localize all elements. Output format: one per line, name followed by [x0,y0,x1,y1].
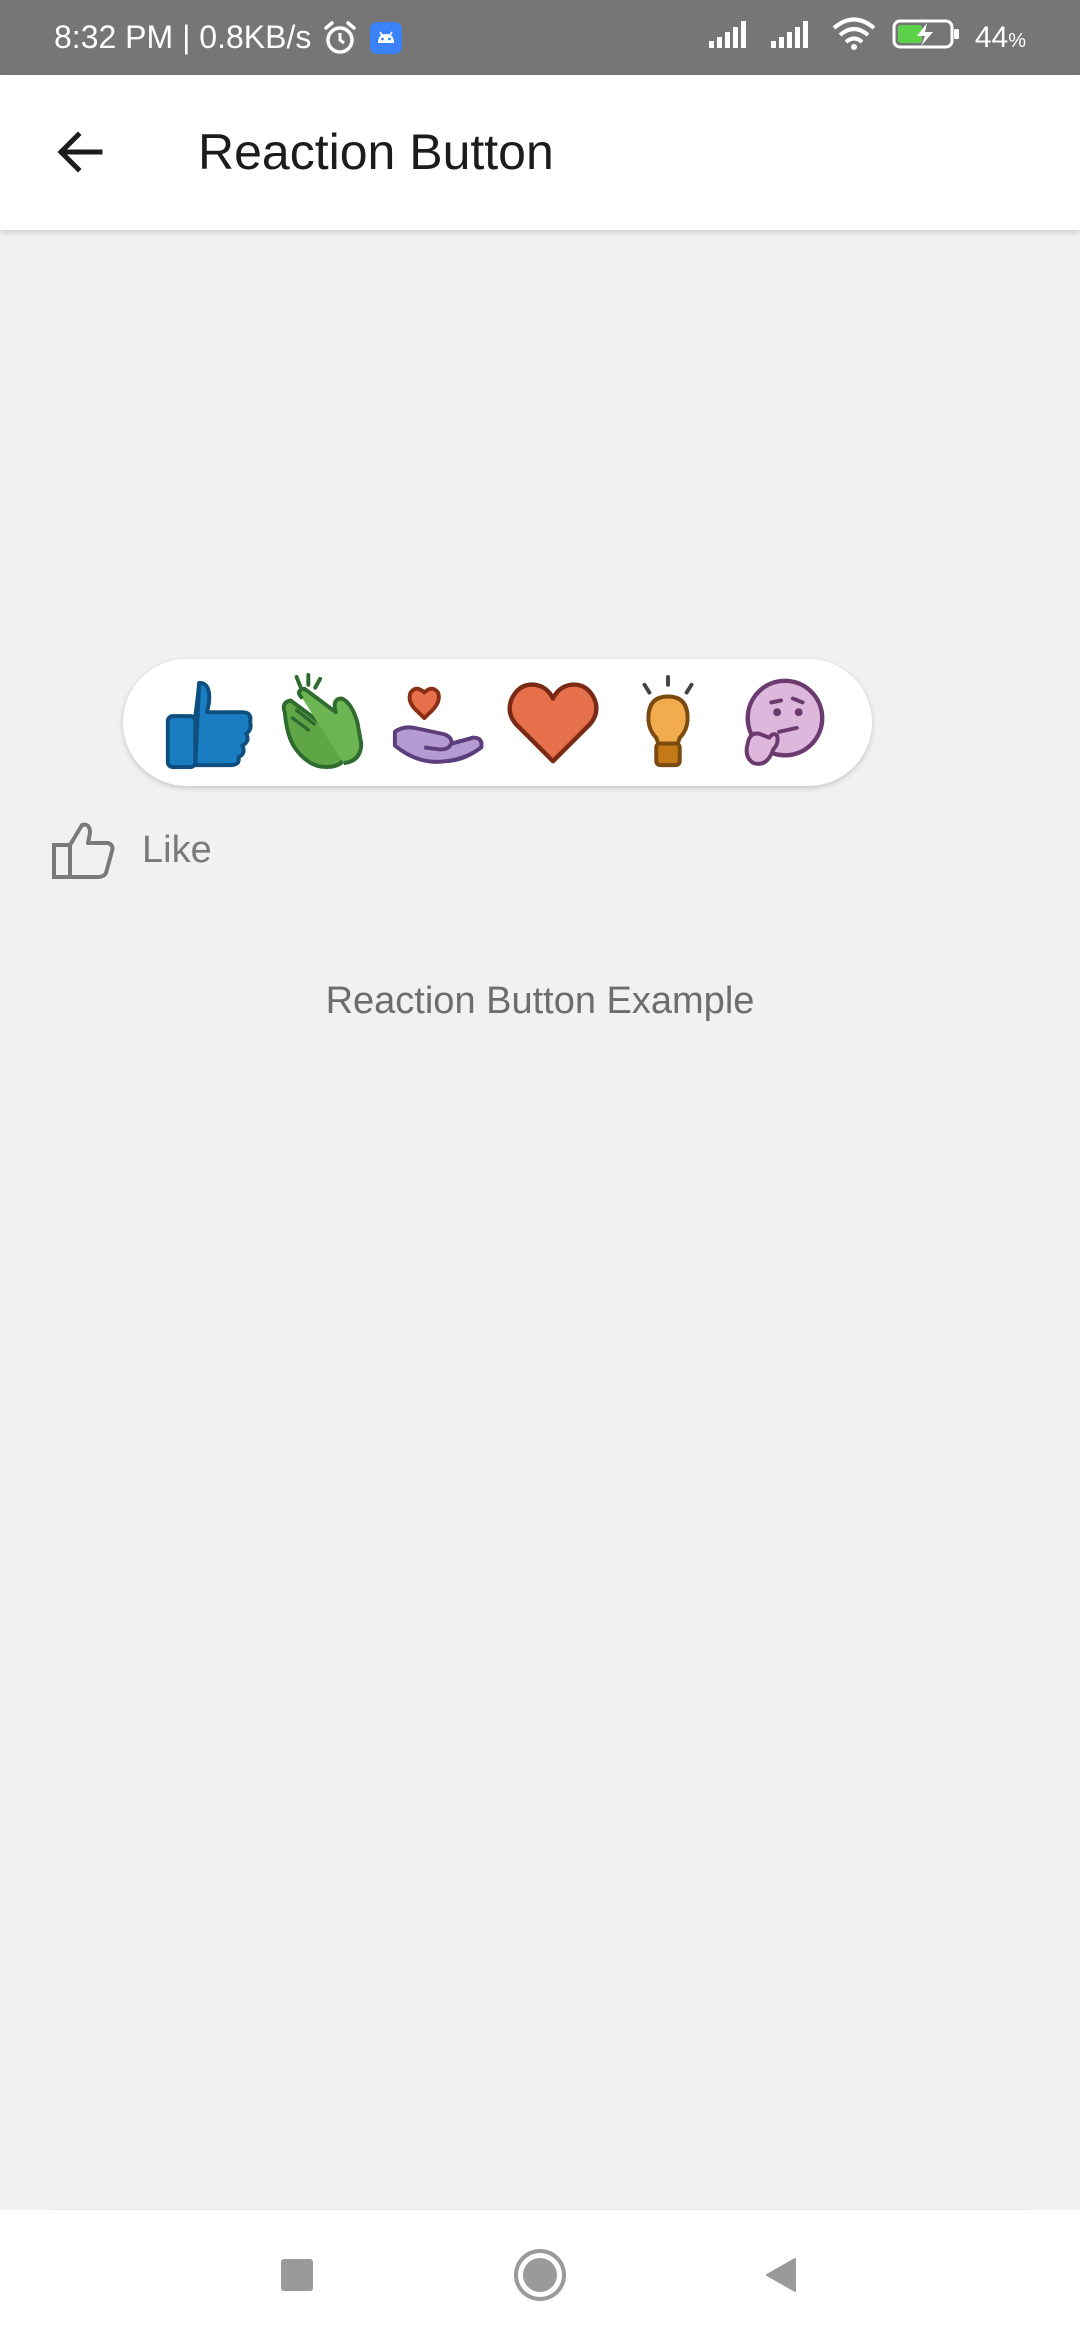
android-notification-icon [369,21,403,55]
app-bar: Reaction Button [0,75,1080,230]
arrow-left-icon [57,131,103,173]
signal-icon [769,19,817,57]
thinking-face-icon [744,678,825,766]
thumbs-up-outline-icon [52,822,115,879]
home-circle-icon [514,2249,566,2301]
alarm-icon [321,19,359,57]
thumbs-up-icon [165,680,253,770]
battery-charging-icon [891,17,961,59]
heart-icon [507,682,599,764]
battery-level: 44% [974,20,1026,54]
back-nav-button[interactable] [746,2240,816,2310]
status-right: 44% [707,0,1026,75]
light-bulb-reaction[interactable] [619,673,717,771]
clapping-hands-reaction[interactable] [275,673,373,771]
like-button[interactable]: Like [50,815,212,885]
heart-reaction[interactable] [504,673,602,771]
thumbs-up-reaction[interactable] [160,673,258,771]
back-button[interactable] [40,112,120,192]
home-button[interactable] [505,2240,575,2310]
reaction-popup [123,659,872,786]
clapping-hands-icon [281,673,364,770]
signal-icon [707,19,755,57]
thinking-face-reaction[interactable] [734,673,832,771]
recents-button[interactable] [262,2240,332,2310]
heart-in-hand-reaction[interactable] [389,673,487,771]
back-triangle-icon [766,2258,796,2292]
example-text: Reaction Button Example [325,980,755,1022]
wifi-icon [831,17,877,59]
status-left: 8:32 PM | 0.8KB/s [54,0,403,75]
heart-in-hand-icon [392,686,484,764]
page-title: Reaction Button [198,124,554,180]
light-bulb-icon [642,674,694,768]
recents-square-icon [281,2259,313,2291]
like-label: Like [142,828,212,871]
status-time-speed: 8:32 PM | 0.8KB/s [54,19,312,55]
status-bar: 8:32 PM | 0.8KB/s 44% [0,0,1080,75]
